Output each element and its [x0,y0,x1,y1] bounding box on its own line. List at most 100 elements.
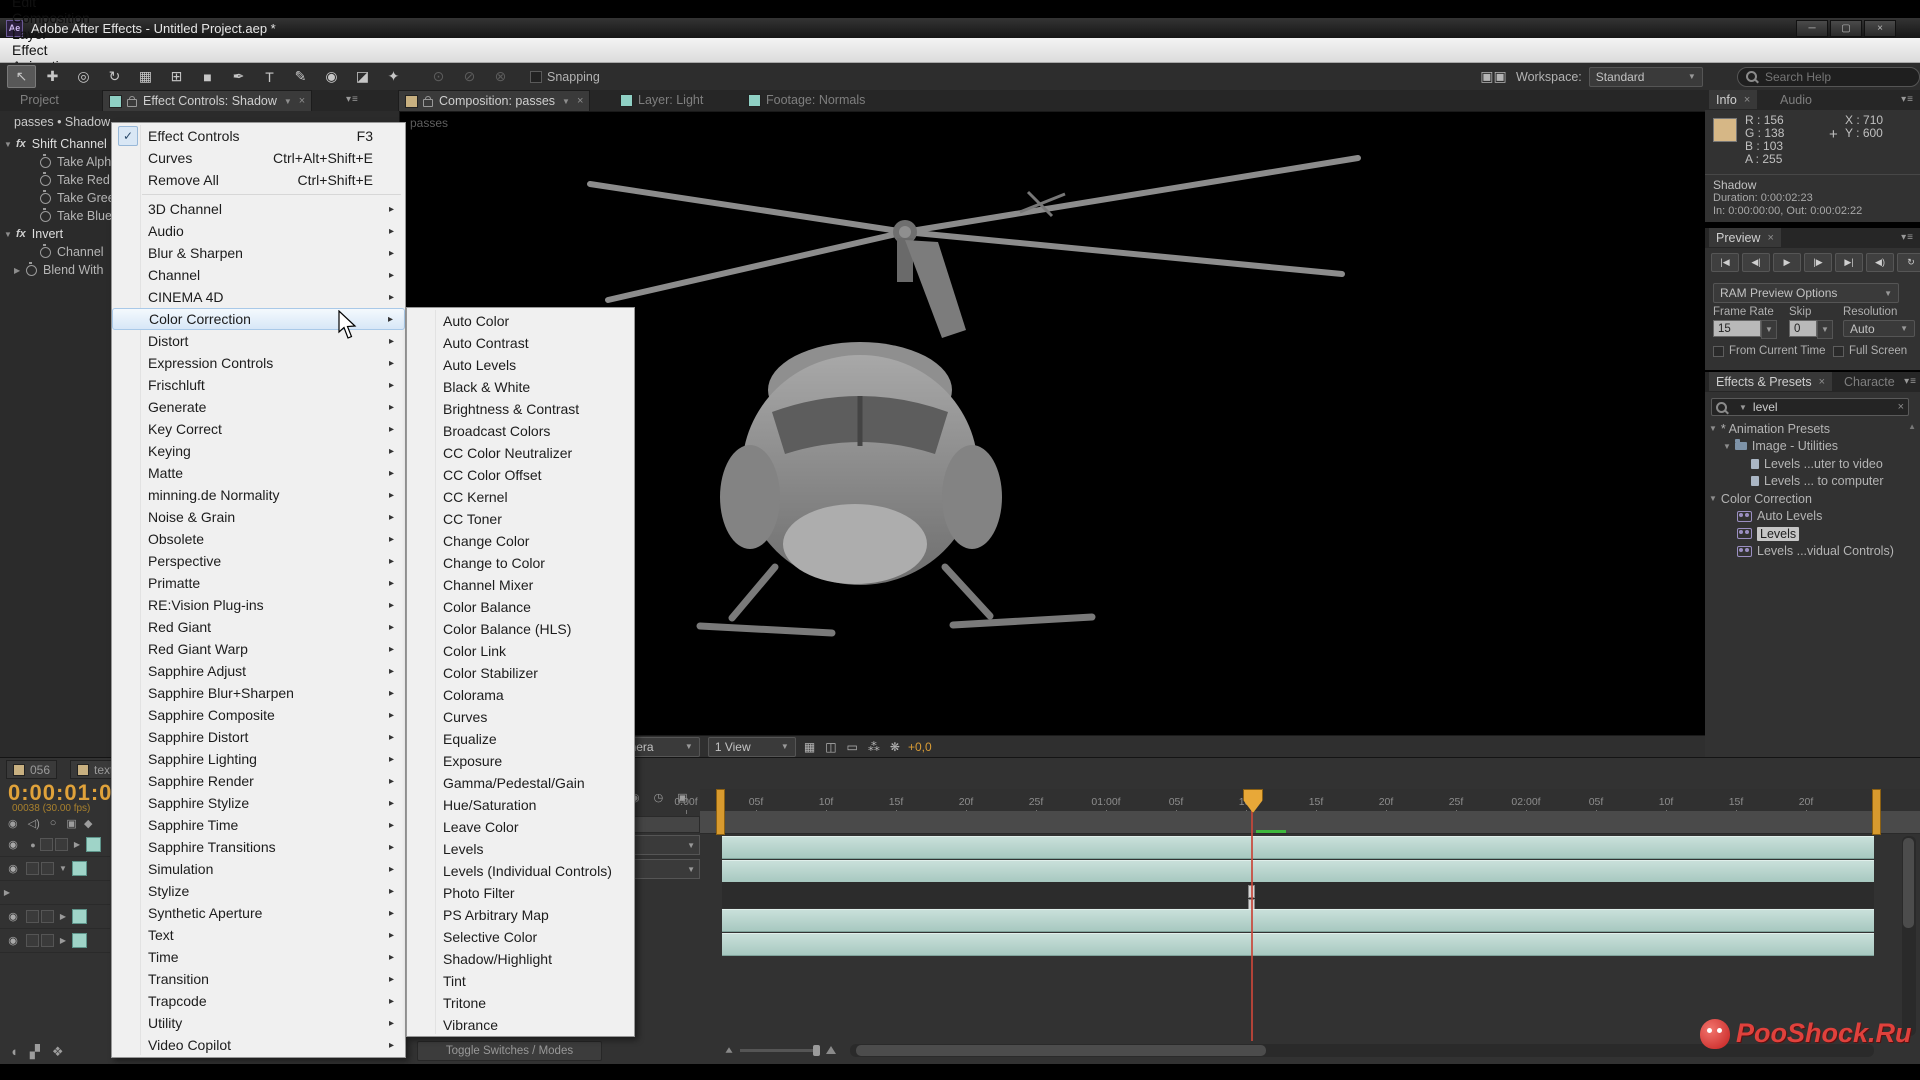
hand-tool-icon[interactable]: ✚ [38,65,67,88]
menu-item-category[interactable]: CINEMA 4D ▸ [112,286,405,308]
ram-preview-options-select[interactable]: RAM Preview Options ▼ [1713,283,1899,303]
submenu-item[interactable]: PS Arbitrary Map [407,904,634,926]
submenu-item[interactable]: Brightness & Contrast [407,398,634,420]
layer-bar[interactable] [722,933,1874,956]
search-help-input[interactable] [1763,69,1897,85]
twirl-icon[interactable]: ▼ [1709,424,1717,433]
tab-audio[interactable]: Audio [1773,90,1819,109]
menu-item-category[interactable]: Obsolete ▸ [112,528,405,550]
submenu-item[interactable]: CC Color Neutralizer [407,442,634,464]
chevron-down-icon[interactable]: ▼ [1817,320,1833,339]
twirl-icon[interactable]: ▶ [56,936,70,945]
menu-item-category[interactable]: Trapcode ▸ [112,990,405,1012]
menu-item-category[interactable]: Blur & Sharpen ▸ [112,242,405,264]
zoom-out-icon[interactable] [726,1047,733,1053]
switch-box[interactable] [55,838,68,851]
tab-effect-controls[interactable]: Effect Controls: Shadow ▼ × [102,90,312,111]
submenu-item[interactable]: Shadow/Highlight [407,948,634,970]
close-icon[interactable]: × [1767,232,1773,244]
submenu-item[interactable]: Auto Color [407,310,634,332]
tree-item[interactable]: Levels ...uter to video [1705,455,1905,473]
menu-item-category[interactable]: Time ▸ [112,946,405,968]
submenu-item[interactable]: CC Kernel [407,486,634,508]
audio-mute-icon[interactable]: ◁) [28,817,40,830]
switch-box[interactable] [41,862,54,875]
work-area-bar[interactable] [700,811,1920,834]
eye-icon[interactable]: ◉ [0,910,26,923]
first-frame-button[interactable]: |◀ [1711,253,1739,272]
menu-item-category[interactable]: Sapphire Time ▸ [112,814,405,836]
layer-row[interactable]: ◉ ▼ [0,857,110,881]
stopwatch-icon[interactable] [26,265,37,276]
menu-item-category[interactable]: Audio ▸ [112,220,405,242]
from-current-time-checkbox[interactable] [1713,346,1724,357]
menu-item-category[interactable]: Sapphire Composite ▸ [112,704,405,726]
menu-item-category[interactable]: Red Giant Warp ▸ [112,638,405,660]
submenu-item[interactable]: Auto Levels [407,354,634,376]
scrollbar-up-icon[interactable]: ▲ [1908,422,1916,431]
work-area-end-handle[interactable] [1872,789,1881,835]
menu-item-category[interactable]: Simulation ▸ [112,858,405,880]
menu-item-category[interactable]: Color Correction ▸ [112,308,405,330]
submenu-item[interactable]: Auto Contrast [407,332,634,354]
exposure-offset[interactable]: +0,0 [908,740,932,754]
submenu-item[interactable]: Change Color [407,530,634,552]
tab-character[interactable]: Characte [1837,372,1902,391]
view-layout-select[interactable]: 1 View ▼ [708,737,796,757]
submenu-item[interactable]: Levels [407,838,634,860]
work-area-start-handle[interactable] [716,789,725,835]
menu-item-category[interactable]: Sapphire Distort ▸ [112,726,405,748]
twirl-icon[interactable]: ▼ [56,864,70,873]
menu-item[interactable]: ✓ Effect Controls F3 [112,125,405,147]
stopwatch-icon[interactable] [40,175,51,186]
layer-color-chip[interactable] [72,933,87,948]
panel-menu-icon[interactable]: ▾≡ [1901,94,1914,105]
submenu-item[interactable]: Selective Color [407,926,634,948]
menu-item-category[interactable]: Sapphire Render ▸ [112,770,405,792]
maximize-button[interactable]: ▢ [1830,20,1862,37]
tree-item[interactable]: Levels [1705,525,1905,543]
tree-item[interactable]: ▼ Color Correction [1705,490,1905,508]
chevron-down-icon[interactable]: ▼ [562,97,570,106]
region-of-interest-icon[interactable]: ▭ [847,740,858,754]
menubar-item[interactable]: Effect [0,42,102,58]
submenu-item[interactable]: Tint [407,970,634,992]
menu-item[interactable]: Remove All Ctrl+Shift+E [112,169,405,191]
submenu-item[interactable]: Hue/Saturation [407,794,634,816]
submenu-item[interactable]: Equalize [407,728,634,750]
menu-item-category[interactable]: Transition ▸ [112,968,405,990]
twirl-icon[interactable]: ▶ [0,888,14,897]
twirl-icon[interactable]: ▼ [4,140,16,149]
menu-item[interactable]: Curves Ctrl+Alt+Shift+E [112,147,405,169]
tab-preview[interactable]: Preview × [1709,228,1781,247]
tab-layer[interactable]: Layer: Light [614,90,709,110]
menubar-item[interactable]: Edit [0,0,102,10]
world-axis-icon[interactable]: ⊘ [455,65,484,88]
tree-item[interactable]: ▼ * Animation Presets [1705,420,1905,438]
chevron-down-icon[interactable]: ▼ [284,97,292,106]
menu-item-category[interactable]: Sapphire Lighting ▸ [112,748,405,770]
skip-value[interactable]: 0 [1789,320,1817,337]
menu-item-category[interactable]: Video Copilot ▸ [112,1034,405,1056]
menu-item-category[interactable]: Frischluft ▸ [112,374,405,396]
twirl-icon[interactable]: ▶ [56,912,70,921]
panel-menu-icon[interactable]: ▾≡ [1901,232,1914,243]
menu-item-category[interactable]: Distort ▸ [112,330,405,352]
submenu-item[interactable]: CC Color Offset [407,464,634,486]
layer-bar[interactable] [722,909,1874,932]
menu-item-category[interactable]: Stylize ▸ [112,880,405,902]
tab-effects-presets[interactable]: Effects & Presets × [1709,372,1832,391]
layer-row[interactable]: ◉ ▶ [0,905,110,929]
next-frame-button[interactable]: |▶ [1804,253,1832,272]
switch-box[interactable] [26,910,39,923]
twirl-icon[interactable]: ▶ [14,266,26,275]
menu-item-category[interactable]: 3D Channel ▸ [112,198,405,220]
type-tool-icon[interactable]: T [255,65,284,88]
tab-composition[interactable]: Composition: passes ▼ × [398,90,590,111]
puppet-pin-tool-icon[interactable]: ✦ [379,65,408,88]
submenu-item[interactable]: Levels (Individual Controls) [407,860,634,882]
close-icon[interactable]: × [1744,94,1750,106]
submenu-item[interactable]: Colorama [407,684,634,706]
panel-menu-icon[interactable]: ▾≡ [1904,376,1917,387]
tree-item[interactable]: Auto Levels [1705,508,1905,526]
